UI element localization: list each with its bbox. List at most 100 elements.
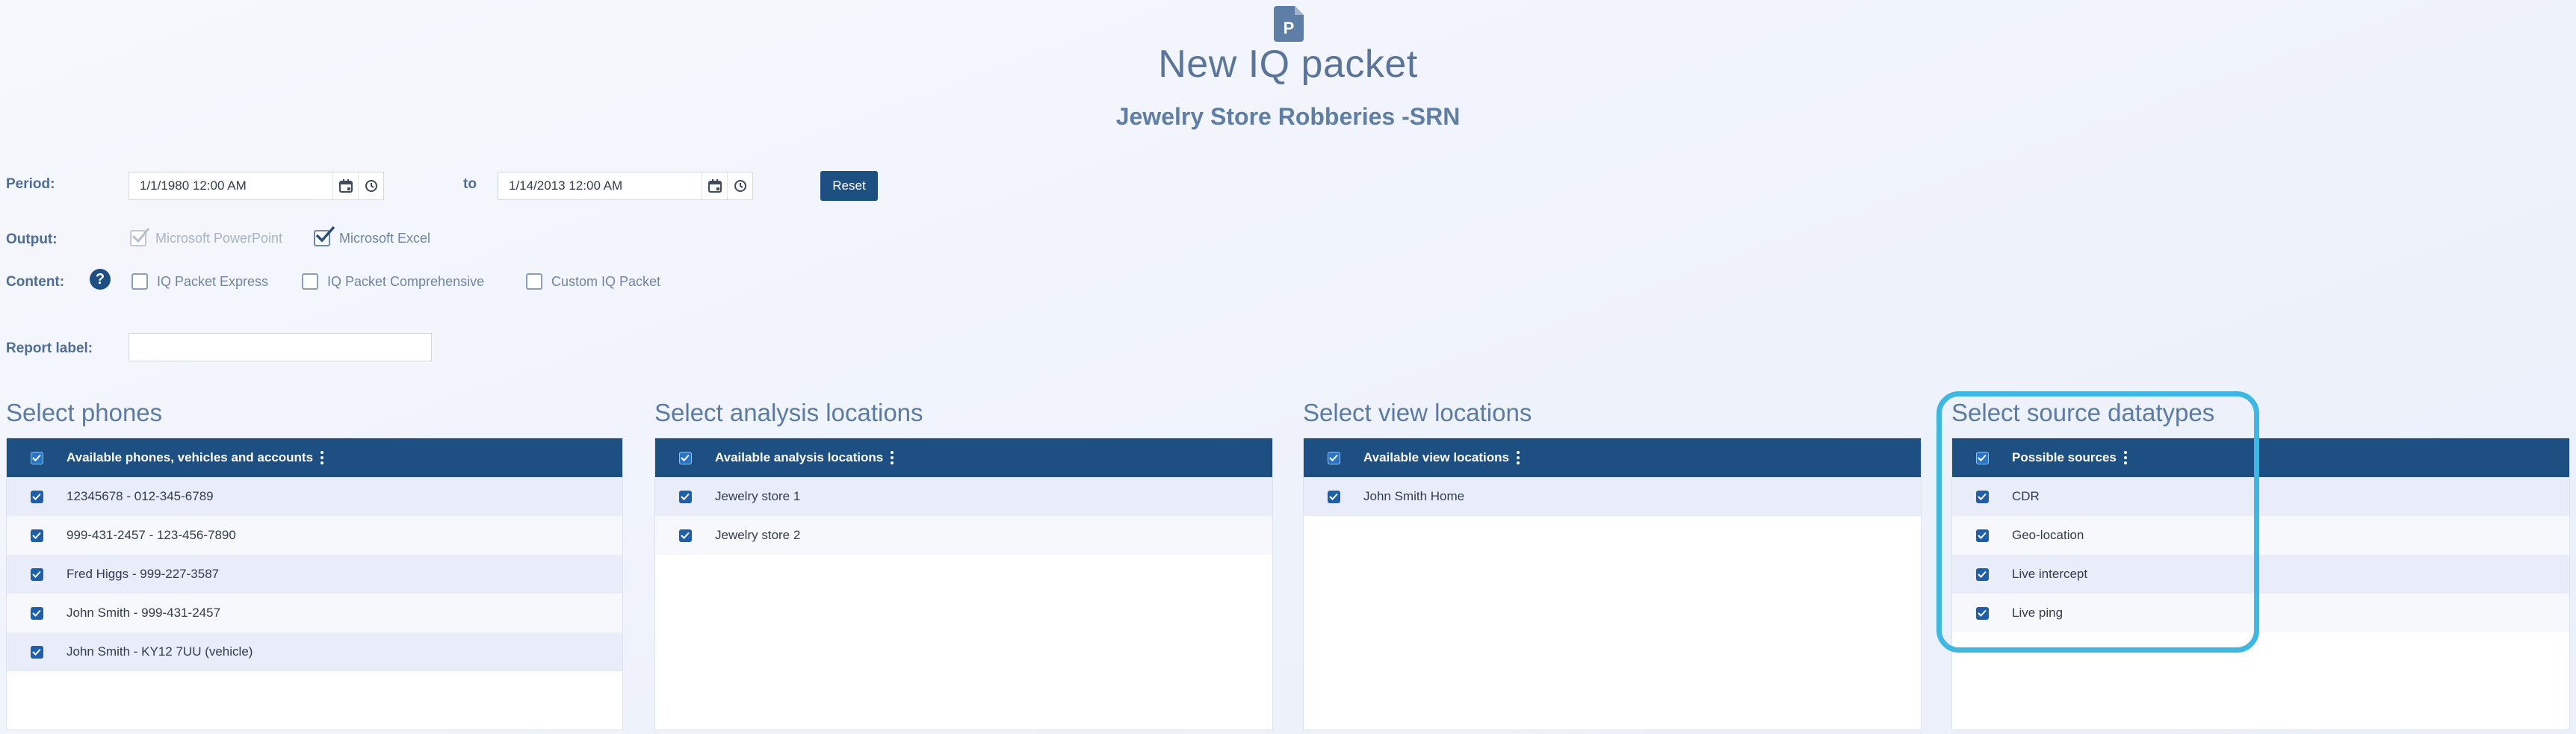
output-powerpoint-option[interactable]: Microsoft PowerPoint xyxy=(130,228,283,246)
source-datatypes-list: CDR Geo-location Live intercept Live pin… xyxy=(1952,477,2569,632)
kebab-menu-icon[interactable] xyxy=(891,451,894,464)
period-to-label: to xyxy=(463,176,477,192)
row-label: 999-431-2457 - 123-456-7890 xyxy=(66,528,236,542)
select-all-analysis-checkbox[interactable] xyxy=(678,451,692,464)
analysis-locations-panel: Available analysis locations Jewelry sto… xyxy=(654,438,1273,730)
row-checkbox[interactable] xyxy=(30,645,43,659)
report-label-input[interactable] xyxy=(129,333,432,361)
row-checkbox[interactable] xyxy=(678,529,692,542)
source-datatypes-panel: Possible sources CDR Geo-location Live i… xyxy=(1951,438,2570,730)
row-checkbox[interactable] xyxy=(1975,606,1989,620)
table-row[interactable]: John Smith Home xyxy=(1304,477,1921,516)
powerpoint-checkbox[interactable] xyxy=(130,228,150,246)
excel-checkbox[interactable] xyxy=(314,226,335,246)
kebab-menu-icon[interactable] xyxy=(321,451,324,464)
packet-name: Jewelry Store Robberies -SRN xyxy=(1115,103,1461,130)
table-row[interactable]: John Smith - KY12 7UU (vehicle) xyxy=(7,632,622,671)
clock-icon[interactable] xyxy=(727,172,752,199)
row-label: 12345678 - 012-345-6789 xyxy=(66,489,214,503)
express-checkbox[interactable] xyxy=(131,273,148,290)
comprehensive-label: IQ Packet Comprehensive xyxy=(327,273,485,289)
row-label: CDR xyxy=(2012,489,2040,503)
calendar-icon[interactable] xyxy=(332,172,358,199)
svg-text:P: P xyxy=(1284,19,1295,37)
comprehensive-checkbox[interactable] xyxy=(302,273,318,290)
clock-icon[interactable] xyxy=(358,172,383,199)
row-checkbox[interactable] xyxy=(30,606,43,620)
report-label: Report label: xyxy=(6,340,93,356)
row-label: John Smith Home xyxy=(1363,489,1465,503)
period-from-value: 1/1/1980 12:00 AM xyxy=(140,178,247,193)
select-all-sources-checkbox[interactable] xyxy=(1975,451,1989,464)
output-excel-option[interactable]: Microsoft Excel xyxy=(314,226,431,246)
period-from-field[interactable]: 1/1/1980 12:00 AM xyxy=(129,172,384,200)
document-p-icon: P xyxy=(1274,6,1304,42)
table-row[interactable]: Fred Higgs - 999-227-3587 xyxy=(7,555,622,594)
help-icon[interactable]: ? xyxy=(90,269,111,290)
analysis-header-title: Available analysis locations xyxy=(715,450,884,464)
powerpoint-label: Microsoft PowerPoint xyxy=(155,230,283,246)
sources-header-title: Possible sources xyxy=(2012,450,2117,464)
table-row[interactable]: Jewelry store 2 xyxy=(655,516,1272,555)
row-checkbox[interactable] xyxy=(678,490,692,503)
content-label: Content: xyxy=(6,274,65,290)
section-title-analysis-locations: Select analysis locations xyxy=(654,399,923,426)
table-row[interactable]: CDR xyxy=(1952,477,2569,516)
phones-header-title: Available phones, vehicles and accounts xyxy=(66,450,314,464)
row-checkbox[interactable] xyxy=(1975,490,1989,503)
iq-packet-page: P New IQ packet Jewelry Store Robberies … xyxy=(0,0,2576,734)
content-comprehensive-option[interactable]: IQ Packet Comprehensive xyxy=(302,273,484,290)
reset-button[interactable]: Reset xyxy=(820,171,878,201)
view-locations-panel: Available view locations John Smith Home xyxy=(1303,438,1922,730)
row-label: John Smith - KY12 7UU (vehicle) xyxy=(66,644,253,659)
row-checkbox[interactable] xyxy=(1975,567,1989,581)
row-checkbox[interactable] xyxy=(30,567,43,581)
select-all-phones-checkbox[interactable] xyxy=(30,451,43,464)
table-row[interactable]: Live intercept xyxy=(1952,555,2569,594)
analysis-locations-list: Jewelry store 1 Jewelry store 2 xyxy=(655,477,1272,555)
table-row[interactable]: Geo-location xyxy=(1952,516,2569,555)
kebab-menu-icon[interactable] xyxy=(2123,451,2127,464)
row-checkbox[interactable] xyxy=(1327,490,1340,503)
row-checkbox[interactable] xyxy=(30,529,43,542)
phones-list: 12345678 - 012-345-6789 999-431-2457 - 1… xyxy=(7,477,622,671)
row-label: Jewelry store 2 xyxy=(715,528,801,542)
section-title-view-locations: Select view locations xyxy=(1303,399,1532,426)
row-label: Live intercept xyxy=(2012,567,2088,581)
phones-panel-header: Available phones, vehicles and accounts xyxy=(7,438,622,477)
table-row[interactable]: 12345678 - 012-345-6789 xyxy=(7,477,622,516)
content-custom-option[interactable]: Custom IQ Packet xyxy=(526,273,660,290)
page-title: New IQ packet xyxy=(1158,43,1418,86)
row-label: Fred Higgs - 999-227-3587 xyxy=(66,567,220,581)
row-label: Live ping xyxy=(2012,606,2063,620)
view-locations-list: John Smith Home xyxy=(1304,477,1921,516)
view-header-title: Available view locations xyxy=(1363,450,1509,464)
row-checkbox[interactable] xyxy=(30,490,43,503)
row-checkbox[interactable] xyxy=(1975,529,1989,542)
calendar-icon[interactable] xyxy=(702,172,727,199)
period-to-field[interactable]: 1/14/2013 12:00 AM xyxy=(498,172,753,200)
section-title-phones: Select phones xyxy=(6,399,163,426)
source-datatypes-panel-header: Possible sources xyxy=(1952,438,2569,477)
table-row[interactable]: John Smith - 999-431-2457 xyxy=(7,594,622,632)
row-label: Geo-location xyxy=(2012,528,2084,542)
period-label: Period: xyxy=(6,176,55,192)
table-row[interactable]: 999-431-2457 - 123-456-7890 xyxy=(7,516,622,555)
custom-label: Custom IQ Packet xyxy=(551,273,661,289)
table-row[interactable]: Live ping xyxy=(1952,594,2569,632)
analysis-locations-panel-header: Available analysis locations xyxy=(655,438,1272,477)
kebab-menu-icon[interactable] xyxy=(1516,451,1520,464)
custom-checkbox[interactable] xyxy=(526,273,542,290)
select-all-view-checkbox[interactable] xyxy=(1327,451,1340,464)
section-title-source-datatypes: Select source datatypes xyxy=(1951,399,2215,426)
row-label: Jewelry store 1 xyxy=(715,489,801,503)
period-to-value: 1/14/2013 12:00 AM xyxy=(509,178,623,193)
content-express-option[interactable]: IQ Packet Express xyxy=(131,273,268,290)
row-label: John Smith - 999-431-2457 xyxy=(66,606,221,620)
phones-panel: Available phones, vehicles and accounts … xyxy=(6,438,623,730)
excel-label: Microsoft Excel xyxy=(339,230,431,246)
table-row[interactable]: Jewelry store 1 xyxy=(655,477,1272,516)
view-locations-panel-header: Available view locations xyxy=(1304,438,1921,477)
output-label: Output: xyxy=(6,231,58,247)
express-label: IQ Packet Express xyxy=(157,273,269,289)
